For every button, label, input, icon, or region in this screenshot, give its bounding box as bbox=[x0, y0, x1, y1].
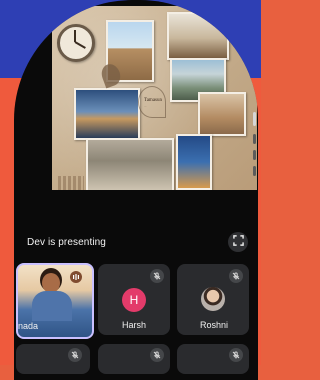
night-temple-photo bbox=[176, 134, 212, 190]
mic-off-icon bbox=[150, 348, 164, 362]
participant-name: nada bbox=[18, 321, 39, 331]
scroll-indicator[interactable] bbox=[253, 112, 256, 222]
collage-caption: ... bbox=[144, 104, 147, 108]
mic-off-icon bbox=[68, 348, 82, 362]
participant-tile-video[interactable]: nada bbox=[16, 263, 94, 339]
participant-tile-harsh[interactable]: H Harsh bbox=[98, 264, 170, 335]
shared-screen[interactable]: Tamasun ... bbox=[52, 6, 257, 190]
participant-tile[interactable] bbox=[16, 344, 90, 374]
audio-wave-icon bbox=[73, 274, 79, 280]
hall-photo bbox=[167, 12, 229, 60]
skyline-sketch bbox=[58, 176, 84, 190]
river-photo bbox=[74, 88, 140, 140]
presenting-label: Dev is presenting bbox=[27, 237, 106, 248]
participant-video bbox=[42, 273, 60, 293]
collage-title: Tamasun bbox=[144, 98, 162, 103]
aerial-photo bbox=[86, 138, 174, 190]
avatar bbox=[201, 287, 225, 311]
meeting-screen: Tamasun ... Dev is presenting nada H Har… bbox=[14, 0, 258, 380]
mic-off-icon bbox=[229, 348, 243, 362]
participant-name: Harsh bbox=[122, 320, 147, 330]
mic-off-icon bbox=[150, 269, 164, 283]
participant-name: Roshni bbox=[200, 320, 229, 330]
fullscreen-button[interactable] bbox=[228, 232, 248, 252]
participant-tile[interactable] bbox=[98, 344, 170, 374]
speaking-indicator bbox=[70, 271, 82, 283]
fullscreen-icon bbox=[232, 233, 244, 251]
avatar: H bbox=[122, 288, 146, 312]
participant-tile-roshni[interactable]: Roshni bbox=[177, 264, 249, 335]
participant-tile[interactable] bbox=[177, 344, 249, 374]
palace-photo bbox=[198, 92, 246, 136]
clock-photo bbox=[57, 24, 95, 62]
mic-off-icon bbox=[229, 269, 243, 283]
